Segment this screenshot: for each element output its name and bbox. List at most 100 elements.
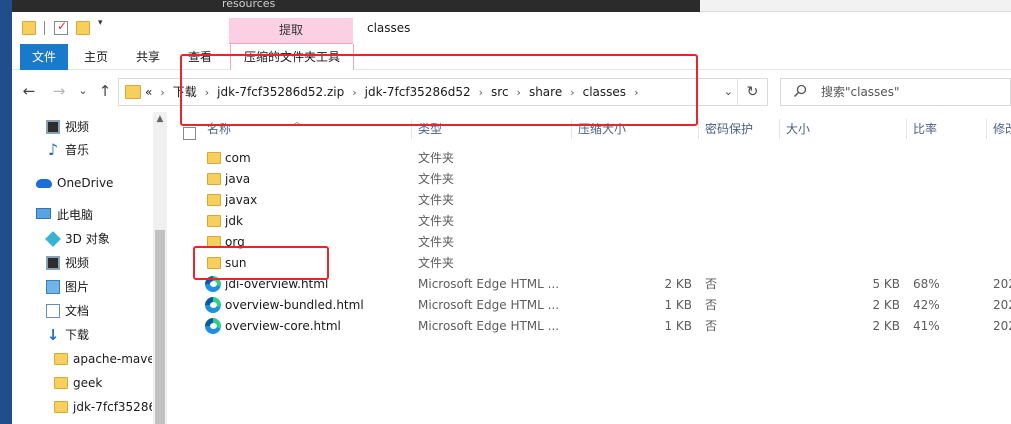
file-name: com: [225, 151, 251, 165]
compression-ratio: 41%: [913, 319, 940, 333]
column-ratio[interactable]: 比率: [913, 116, 983, 142]
password-protected: 否: [705, 277, 718, 291]
column-name[interactable]: 名称: [207, 116, 407, 142]
new-folder-icon[interactable]: [76, 21, 90, 35]
computer-icon: [36, 208, 51, 219]
file-size: 2 KB: [872, 319, 900, 333]
password-protected: 否: [705, 298, 718, 312]
table-row[interactable]: com 文件夹: [167, 148, 1011, 169]
folder-icon: [54, 377, 68, 389]
breadcrumb-item-zip[interactable]: jdk-7fcf35286d52.zip: [217, 79, 344, 105]
sidebar-item-videos[interactable]: 视频: [12, 116, 152, 138]
breadcrumb-item-downloads[interactable]: 下载: [173, 79, 197, 105]
forward-arrow-icon[interactable]: →: [50, 82, 68, 100]
sidebar-item-documents[interactable]: 文档: [12, 300, 152, 322]
modified-date: 202: [993, 319, 1011, 333]
folder-icon: [22, 21, 36, 35]
select-all-checkbox[interactable]: [183, 127, 196, 140]
packed-size: [578, 148, 692, 169]
table-row[interactable]: java 文件夹: [167, 169, 1011, 190]
sidebar-item-videos-pc[interactable]: 视频: [12, 252, 152, 274]
sidebar-item-label: 图片: [65, 280, 90, 294]
sidebar-item-jdk-folder[interactable]: jdk-7fcf35286: [12, 396, 152, 418]
modified-date: [993, 190, 1011, 211]
tab-home[interactable]: 主页: [78, 44, 114, 70]
divider[interactable]: [698, 119, 699, 139]
chevron-right-icon[interactable]: ›: [634, 80, 638, 106]
navigation-pane: 视频 ♪ 音乐 OneDrive 此电脑 3D 对象 视频 图片 文档 ↓ 下载…: [12, 112, 167, 424]
file-name: sun: [225, 256, 247, 270]
search-placeholder: 搜索"classes": [821, 85, 900, 99]
divider[interactable]: [571, 119, 572, 139]
tab-share[interactable]: 共享: [130, 44, 166, 70]
tab-compressed-folder-tools[interactable]: 压缩的文件夹工具: [230, 44, 354, 70]
column-size[interactable]: 大小: [786, 116, 896, 142]
scrollbar-thumb[interactable]: [155, 230, 165, 424]
column-password-protected[interactable]: 密码保护: [705, 116, 775, 142]
divider[interactable]: [906, 119, 907, 139]
breadcrumb-item-src[interactable]: src: [491, 79, 509, 105]
compression-ratio: [913, 211, 973, 232]
table-row[interactable]: jdk 文件夹: [167, 211, 1011, 232]
divider[interactable]: [986, 119, 987, 139]
password-protected: [705, 232, 765, 253]
sidebar-item-this-pc[interactable]: 此电脑: [12, 204, 152, 226]
refresh-icon[interactable]: ↻: [737, 79, 767, 105]
file-type: 文件夹: [418, 214, 455, 228]
folder-icon: [54, 401, 68, 413]
sidebar-item-music[interactable]: ♪ 音乐: [12, 139, 152, 161]
table-row[interactable]: overview-core.html Microsoft Edge HTML ..…: [167, 316, 1011, 337]
modified-date: [993, 253, 1011, 274]
breadcrumb-item-share[interactable]: share: [529, 79, 562, 105]
chevron-right-icon: ›: [570, 86, 575, 99]
file-size: [786, 253, 900, 274]
address-bar[interactable]: « › 下载 › jdk-7fcf35286d52.zip › jdk-7fcf35286d…: [118, 78, 768, 106]
back-arrow-icon[interactable]: ←: [20, 82, 38, 100]
sidebar-item-apache-maven[interactable]: apache-mave: [12, 348, 152, 370]
table-row[interactable]: javax 文件夹: [167, 190, 1011, 211]
packed-size: 1 KB: [664, 298, 692, 312]
password-protected: [705, 190, 765, 211]
column-modified[interactable]: 修改: [993, 116, 1011, 142]
breadcrumb-overflow[interactable]: «: [145, 79, 152, 105]
extract-tools-tab[interactable]: 提取: [229, 18, 353, 44]
video-icon: [46, 120, 60, 134]
divider[interactable]: [779, 119, 780, 139]
table-row[interactable]: sun 文件夹: [167, 253, 1011, 274]
password-protected: [705, 169, 765, 190]
sidebar-item-pictures[interactable]: 图片: [12, 276, 152, 298]
divider: [44, 21, 45, 35]
table-row[interactable]: jdi-overview.html Microsoft Edge HTML ...…: [167, 274, 1011, 295]
tab-file[interactable]: 文件: [20, 44, 68, 70]
up-arrow-icon[interactable]: ↑: [96, 82, 114, 100]
file-type: 文件夹: [418, 172, 455, 186]
sidebar-item-label: OneDrive: [57, 176, 114, 190]
file-name: java: [225, 172, 251, 186]
sidebar-item-label: 此电脑: [57, 208, 94, 222]
quick-access-dropdown-icon[interactable]: ▾: [98, 18, 103, 28]
sidebar-item-3d-objects[interactable]: 3D 对象: [12, 228, 152, 250]
chevron-right-icon: ›: [516, 86, 521, 99]
divider[interactable]: [411, 119, 412, 139]
table-row[interactable]: org 文件夹: [167, 232, 1011, 253]
address-dropdown-icon[interactable]: ⌄: [724, 85, 733, 98]
sidebar-scrollbar[interactable]: ▲: [153, 112, 167, 424]
breadcrumb-item-jdk[interactable]: jdk-7fcf35286d52: [365, 79, 471, 105]
sidebar-item-downloads[interactable]: ↓ 下载: [12, 324, 152, 346]
password-protected: [705, 211, 765, 232]
sidebar-item-geek[interactable]: geek: [12, 372, 152, 394]
recent-locations-icon[interactable]: ⌄: [74, 82, 92, 100]
tab-view[interactable]: 查看: [182, 44, 218, 70]
search-input[interactable]: 搜索"classes": [780, 78, 1011, 106]
scroll-up-icon[interactable]: ▲: [153, 114, 167, 124]
chevron-right-icon: ›: [160, 86, 165, 99]
column-packed-size[interactable]: 压缩大小: [578, 116, 688, 142]
documents-icon: [46, 304, 60, 318]
folder-icon: [207, 194, 221, 206]
table-row[interactable]: overview-bundled.html Microsoft Edge HTML…: [167, 295, 1011, 316]
properties-icon[interactable]: [54, 19, 68, 35]
column-type[interactable]: 类型: [418, 116, 568, 142]
sidebar-item-label: 文档: [65, 304, 90, 318]
sidebar-item-onedrive[interactable]: OneDrive: [12, 172, 152, 194]
breadcrumb-item-classes[interactable]: classes: [583, 79, 626, 105]
